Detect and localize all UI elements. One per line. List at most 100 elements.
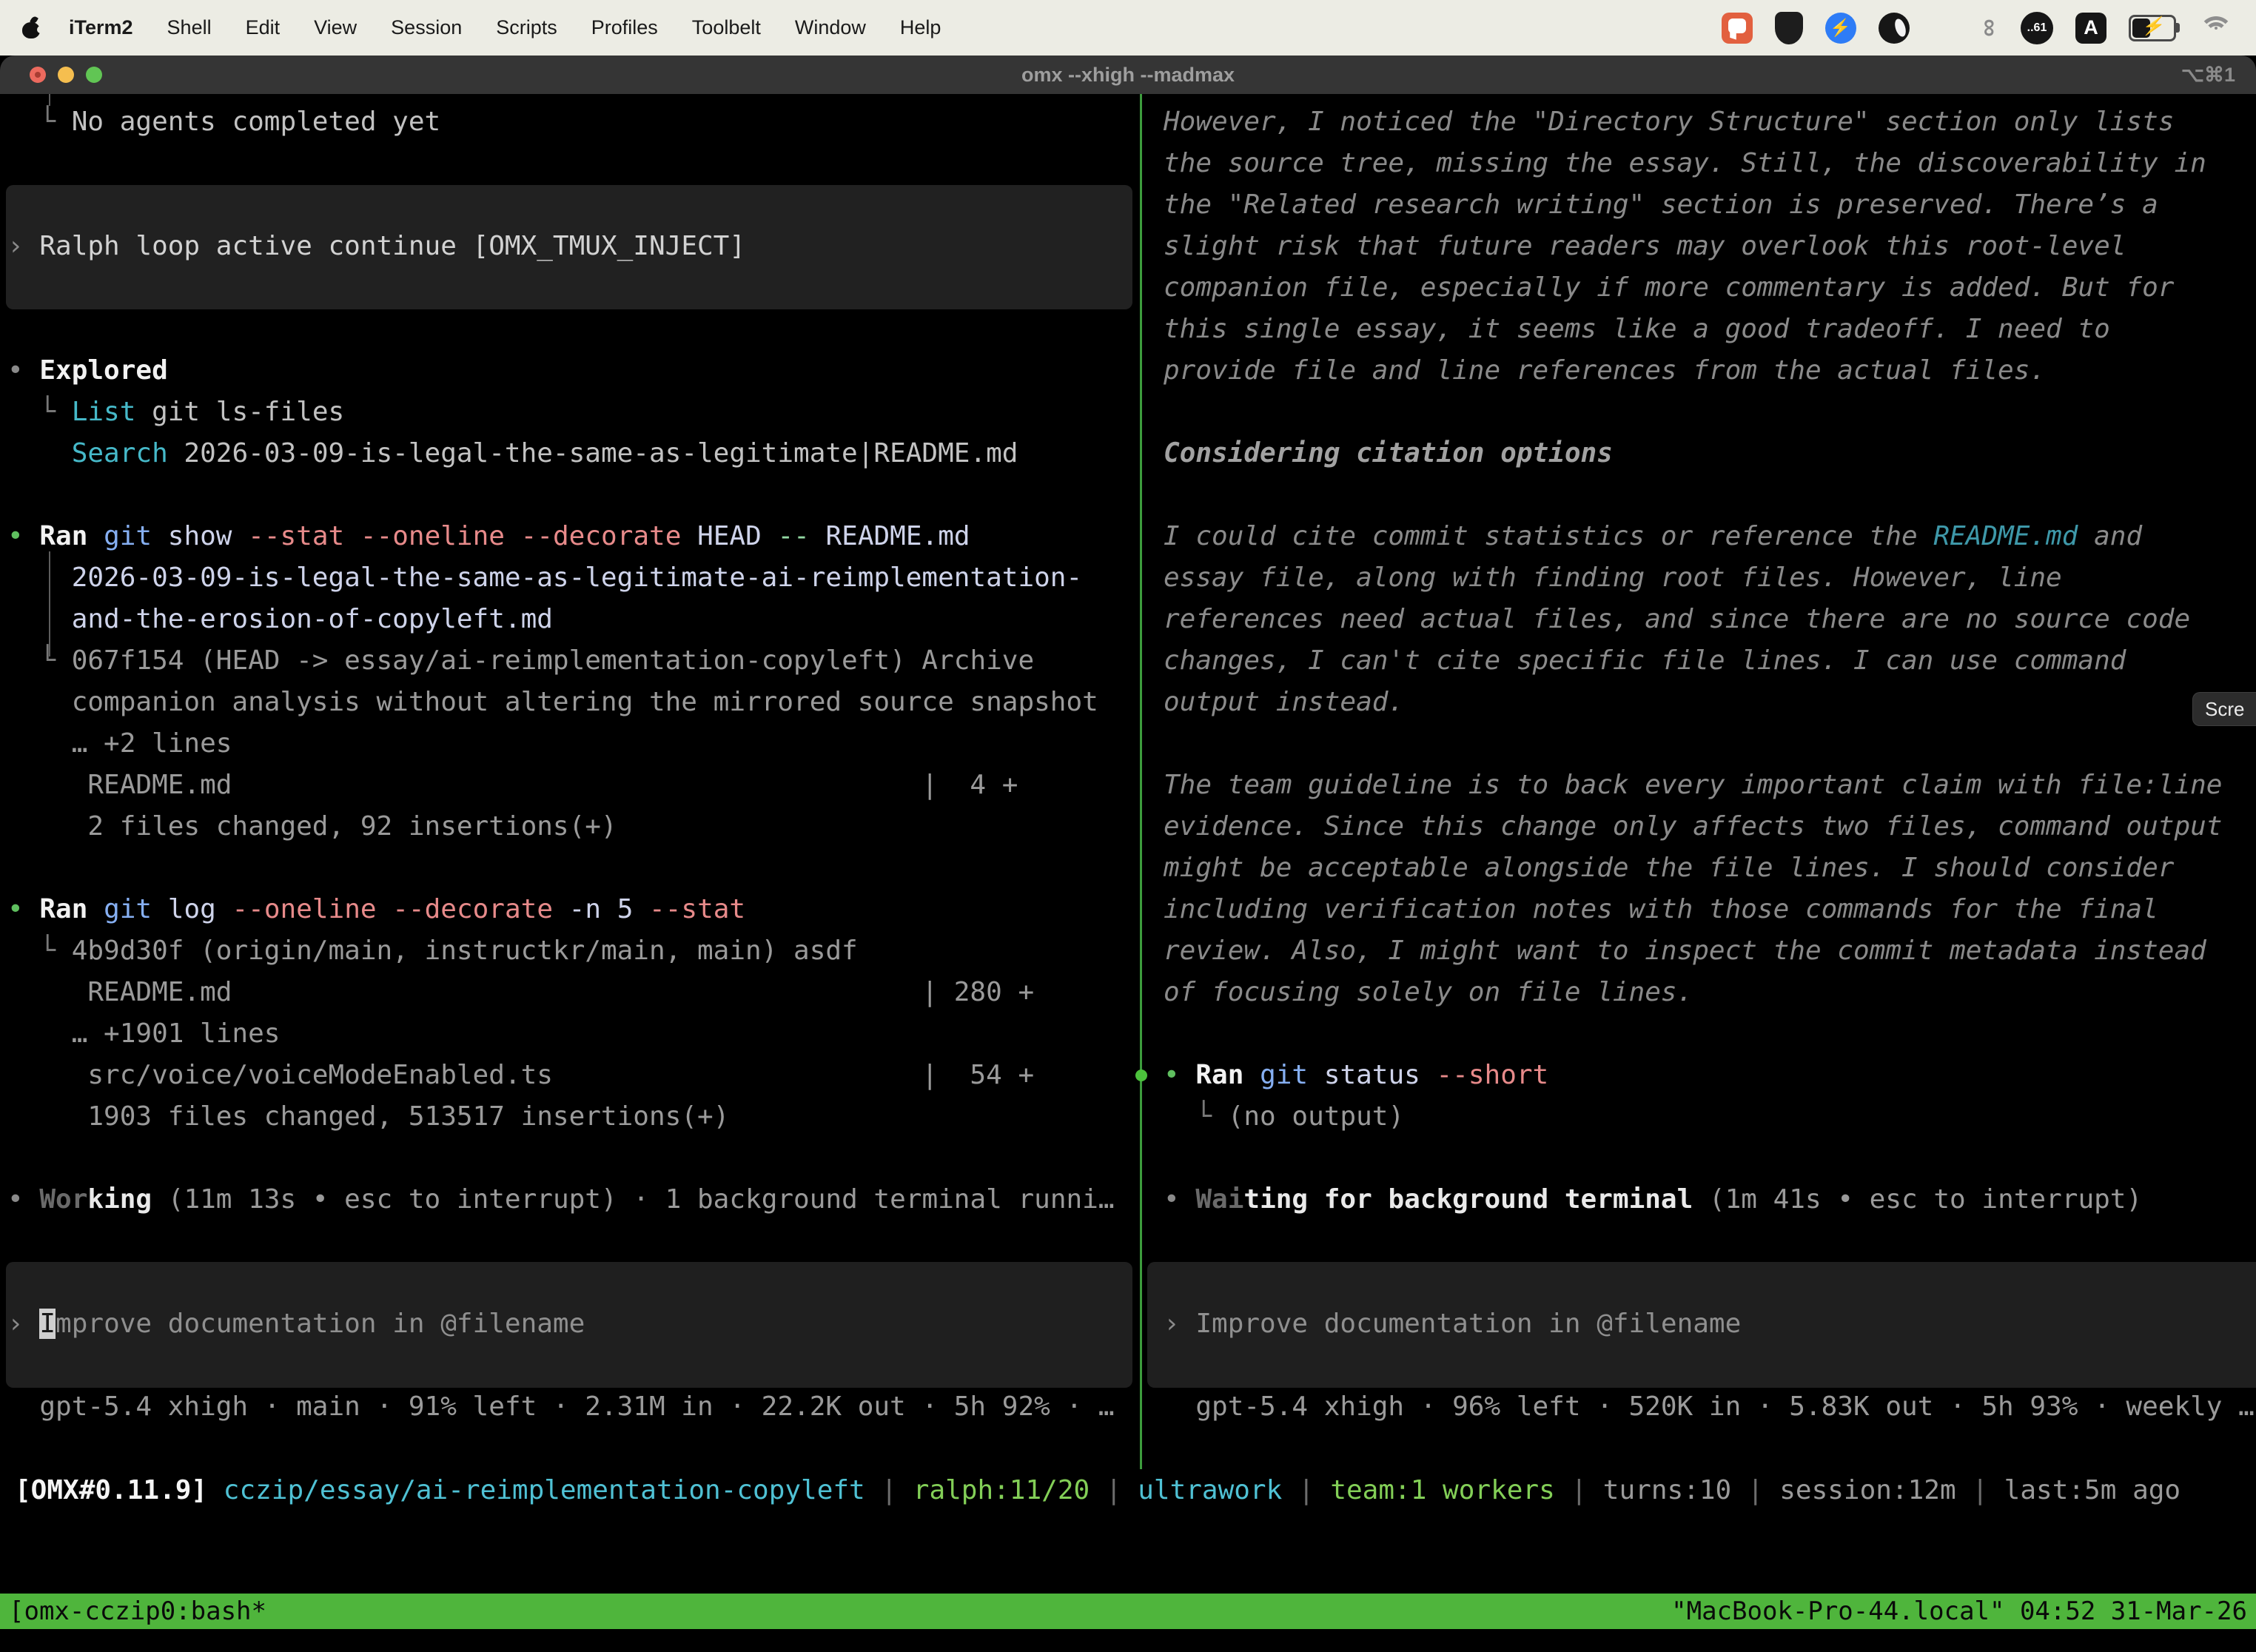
terminal-line: • Ran git show --stat --oneline --decora… bbox=[7, 516, 970, 557]
battery-icon[interactable]: ⚡ bbox=[2129, 15, 2176, 41]
text-segment: mprove documentation in @filename bbox=[56, 1309, 585, 1339]
wifi-icon[interactable] bbox=[2198, 13, 2234, 43]
text-segment: and bbox=[2078, 521, 2142, 551]
mode-label: ultrawork bbox=[1138, 1475, 1282, 1505]
text-segment: -n 5 bbox=[553, 894, 649, 924]
terminal-line: 2 files changed, 92 insertions(+) bbox=[7, 806, 617, 847]
shield-grid-icon[interactable] bbox=[1775, 12, 1803, 44]
text-segment: └ bbox=[7, 645, 72, 676]
terminal-line: of focusing solely on file lines. bbox=[1164, 972, 1693, 1013]
text-segment: -- bbox=[777, 521, 809, 551]
terminal-line: provide file and line references from th… bbox=[1164, 350, 2046, 392]
terminal-line: might be acceptable alongside the file l… bbox=[1164, 847, 2174, 889]
readme-md-link[interactable]: README.md bbox=[1933, 521, 2078, 551]
text-segment: (11m 13s • esc to interrupt) · 1 backgro… bbox=[152, 1184, 1114, 1215]
text-segment: might be acceptable alongside the file l… bbox=[1164, 853, 2174, 883]
tmux-status-bar: [omx-cczip0:bash* "MacBook-Pro-44.local"… bbox=[0, 1594, 2256, 1629]
text-segment: HEAD bbox=[681, 521, 777, 551]
menu-item-edit[interactable]: Edit bbox=[229, 16, 298, 39]
text-segment: gpt-5.4 xhigh · main · 91% left · 2.31M … bbox=[7, 1391, 1115, 1422]
text-segment: 4b9d30f (origin/main, instructkr/main, m… bbox=[72, 936, 858, 966]
screen: iTerm2ShellEditViewSessionScriptsProfile… bbox=[0, 0, 2256, 1652]
waiting-status-line: • Waiting for background terminal (1m 41… bbox=[1164, 1179, 2142, 1220]
terminal-line: └ List git ls-files bbox=[7, 392, 344, 433]
text-segment: Explored bbox=[39, 355, 167, 386]
text-segment: status bbox=[1308, 1060, 1436, 1090]
text-segment: … +2 lines bbox=[7, 728, 232, 759]
model-status-line: gpt-5.4 xhigh · main · 91% left · 2.31M … bbox=[7, 1386, 1115, 1428]
letter-a-app-icon[interactable]: A bbox=[2075, 13, 2106, 44]
pane-divider[interactable] bbox=[1140, 94, 1142, 1469]
screen-overlay-button[interactable]: Scre bbox=[2192, 692, 2256, 726]
text-segment: companion analysis without altering the … bbox=[7, 687, 1098, 717]
menu-item-shell[interactable]: Shell bbox=[150, 16, 229, 39]
text-segment: Considering citation options bbox=[1164, 438, 1613, 469]
text-segment: (no output) bbox=[1228, 1101, 1404, 1132]
terminal-line: slight risk that future readers may over… bbox=[1164, 226, 2126, 267]
text-segment: show bbox=[152, 521, 248, 551]
text-segment bbox=[1243, 1060, 1260, 1090]
pane-right: However, I noticed the "Directory Struct… bbox=[1144, 94, 2256, 1469]
text-segment: the source tree, missing the essay. Stil… bbox=[1164, 148, 2206, 178]
text-segment: git bbox=[1260, 1060, 1308, 1090]
count-badge-icon[interactable]: ..61 bbox=[2021, 12, 2053, 44]
text-segment: No agents completed yet bbox=[72, 107, 441, 137]
text-segment: › bbox=[7, 1309, 39, 1339]
text-segment: --decorate bbox=[392, 894, 553, 924]
text-segment: • bbox=[7, 521, 39, 551]
text-segment: | bbox=[865, 1475, 913, 1505]
text-segment: --oneline bbox=[360, 521, 505, 551]
text-segment: log bbox=[152, 894, 232, 924]
squiggle-app-icon[interactable]: ∞ bbox=[1975, 19, 2004, 36]
text-segment: 067f154 (HEAD -> essay/ai-reimplementati… bbox=[72, 645, 1034, 676]
terminal-line: Search 2026-03-09-is-legal-the-same-as-l… bbox=[7, 433, 1018, 474]
terminal-line: └ (no output) bbox=[1164, 1096, 1404, 1138]
text-segment: provide file and line references from th… bbox=[1164, 355, 2046, 386]
text-segment: … +1901 lines bbox=[7, 1018, 280, 1049]
dots-grid-icon[interactable] bbox=[1932, 15, 1958, 41]
text-segment: --stat bbox=[649, 894, 745, 924]
menu-item-session[interactable]: Session bbox=[374, 16, 479, 39]
text-segment bbox=[505, 521, 521, 551]
text-segment: • bbox=[7, 1184, 39, 1215]
text-segment: However, I noticed the "Directory Struct… bbox=[1164, 107, 2174, 137]
terminal-line: companion analysis without altering the … bbox=[7, 682, 1098, 723]
text-segment: └ bbox=[7, 107, 72, 137]
menu-item-iterm2[interactable]: iTerm2 bbox=[52, 16, 150, 39]
terminal-line: src/voice/voiceModeEnabled.ts | 54 + bbox=[7, 1055, 1034, 1096]
terminal-line: evidence. Since this change only affects… bbox=[1164, 806, 2222, 847]
text-segment: README.md | 4 + bbox=[7, 770, 1018, 800]
working-status-line: • Working (11m 13s • esc to interrupt) ·… bbox=[7, 1179, 1115, 1220]
menu-item-profiles[interactable]: Profiles bbox=[574, 16, 675, 39]
text-segment: Ralph loop active continue [OMX_TMUX_INJ… bbox=[39, 231, 745, 261]
text-segment: | bbox=[1555, 1475, 1603, 1505]
text-segment: 1903 files changed, 513517 insertions(+) bbox=[7, 1101, 729, 1132]
menu-items: iTerm2ShellEditViewSessionScriptsProfile… bbox=[52, 16, 958, 39]
terminal-line: • Ran git status --short bbox=[1164, 1055, 1548, 1096]
menu-item-window[interactable]: Window bbox=[778, 16, 883, 39]
menu-item-view[interactable]: View bbox=[297, 16, 374, 39]
menu-item-help[interactable]: Help bbox=[883, 16, 959, 39]
text-segment: | bbox=[1956, 1475, 2004, 1505]
blue-app-icon[interactable]: ⚡ bbox=[1825, 13, 1856, 44]
apple-menu-icon[interactable] bbox=[22, 17, 41, 39]
menubar-status-icons: ⚡ ∞ ..61 A ⚡ bbox=[1722, 12, 2234, 44]
text-segment: └ bbox=[7, 936, 72, 966]
terminal-line: companion file, especially if more comme… bbox=[1164, 267, 2174, 309]
terminal-line: output instead. bbox=[1164, 682, 1404, 723]
menu-item-scripts[interactable]: Scripts bbox=[479, 16, 574, 39]
text-segment: Improve documentation in @filename bbox=[1195, 1309, 1741, 1339]
text-segment: List bbox=[72, 397, 136, 427]
terminal-line: README.md | 280 + bbox=[7, 972, 1034, 1013]
terminal-line: the "Related research writing" section i… bbox=[1164, 184, 2158, 226]
text-segment: --decorate bbox=[521, 521, 682, 551]
text-segment: the "Related research writing" section i… bbox=[1164, 189, 2158, 220]
menu-item-toolbelt[interactable]: Toolbelt bbox=[675, 16, 778, 39]
recording-indicator-icon[interactable] bbox=[1722, 13, 1753, 44]
text-segment: 2 files changed, 92 insertions(+) bbox=[7, 811, 617, 842]
text-segment bbox=[344, 521, 360, 551]
text-segment: 2026-03-09-is-legal-the-same-as-legitima… bbox=[7, 563, 1082, 593]
terminal-line: references need actual files, and since … bbox=[1164, 599, 2190, 640]
crescent-app-icon[interactable] bbox=[1879, 13, 1910, 44]
text-segment: I could cite commit statistics or refere… bbox=[1164, 521, 1933, 551]
